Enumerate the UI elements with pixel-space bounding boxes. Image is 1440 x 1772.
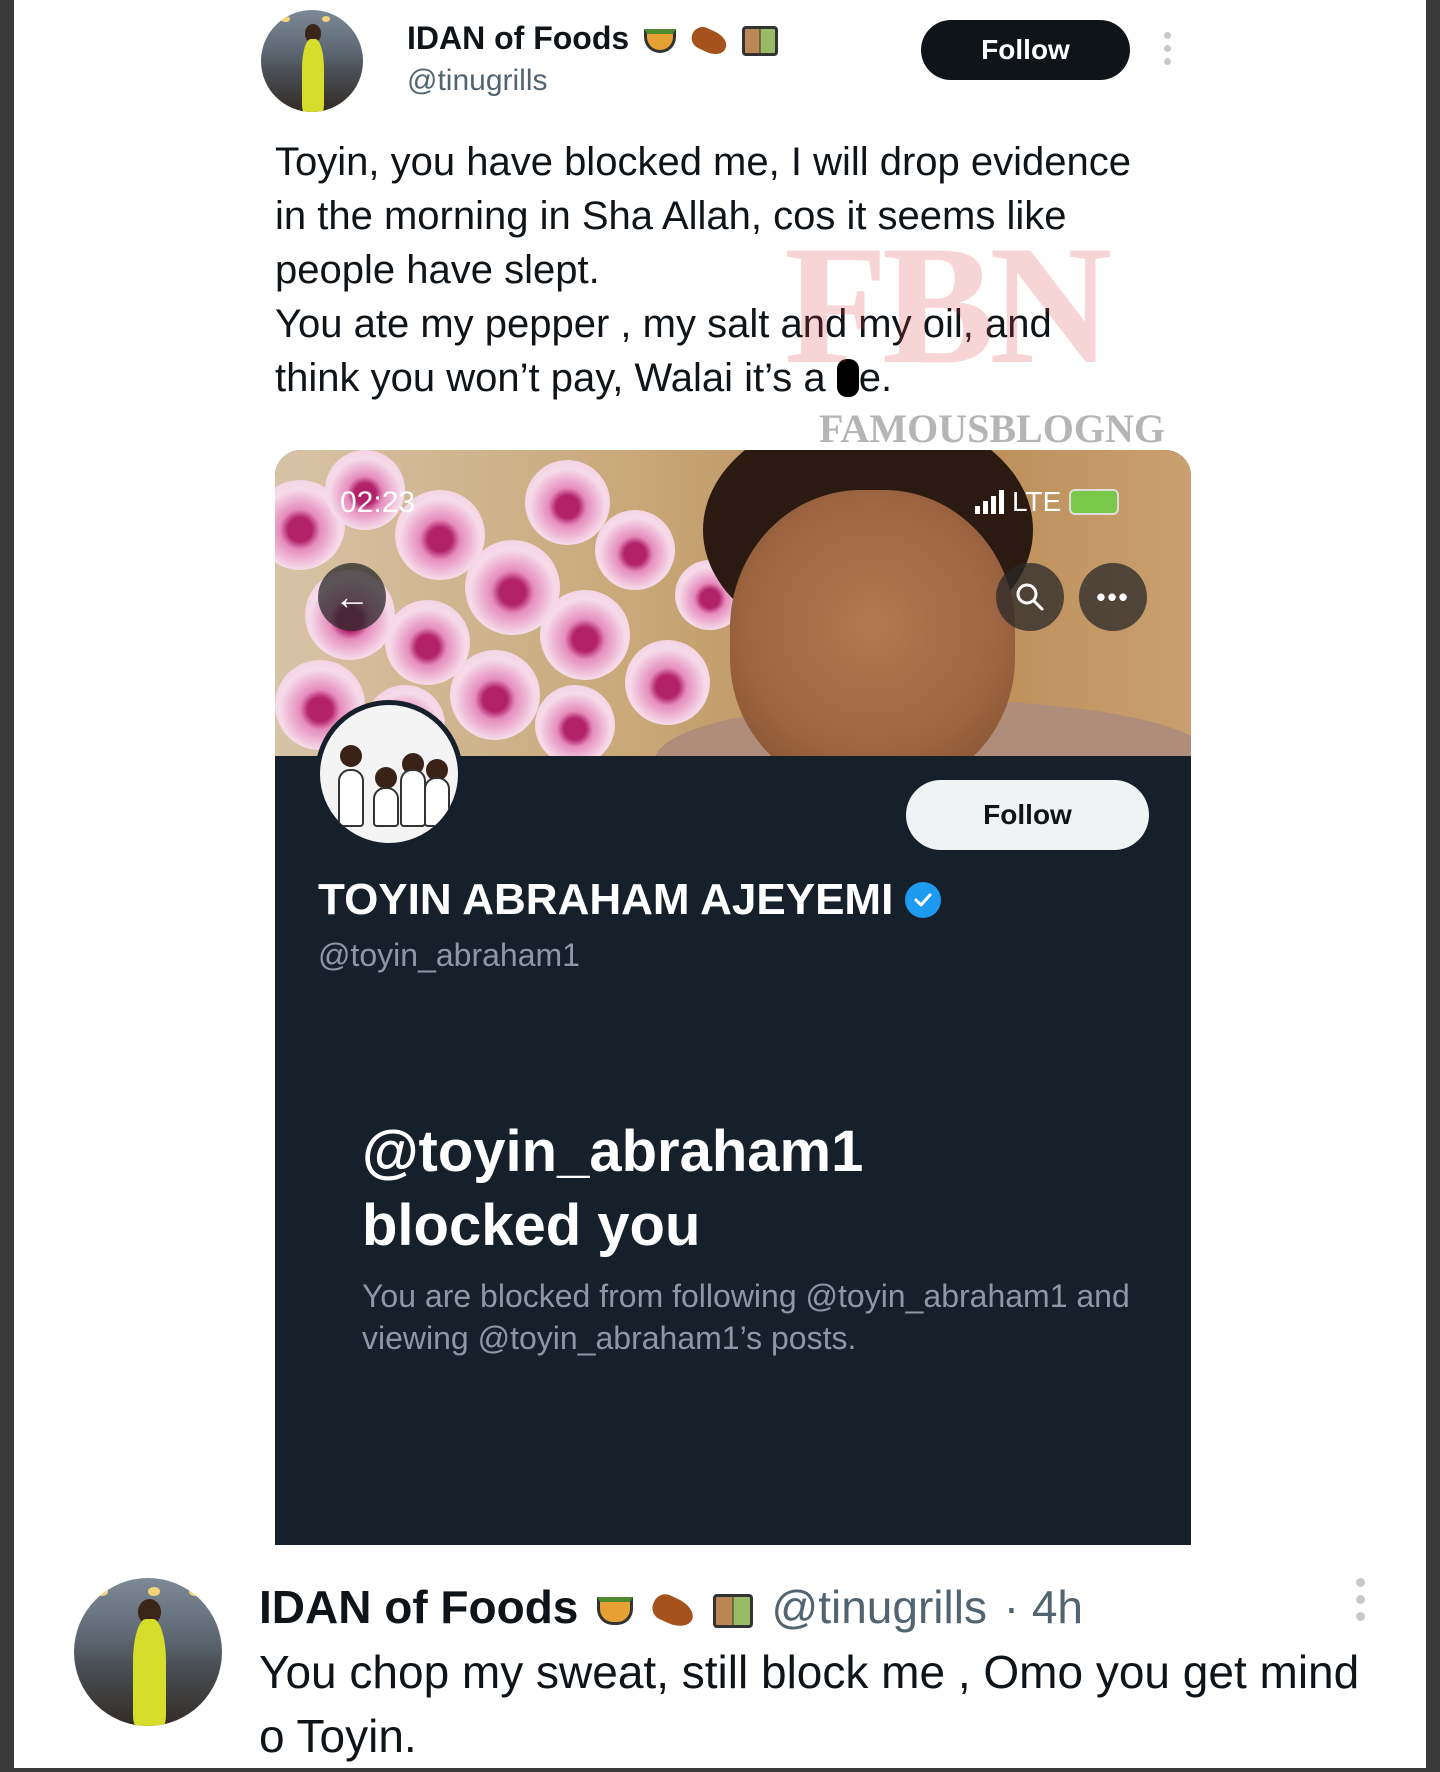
drumstick-emoji-icon bbox=[688, 22, 730, 59]
kebab-menu-icon[interactable] bbox=[1356, 1578, 1365, 1621]
signal-icon bbox=[975, 490, 1004, 514]
author-name-text: IDAN of Foods bbox=[407, 20, 630, 56]
bowl-emoji-icon bbox=[597, 1596, 634, 1625]
search-icon[interactable] bbox=[996, 563, 1064, 631]
reply-header: IDAN of Foods @tinugrills · 4h bbox=[259, 1580, 1083, 1634]
network-label: LTE bbox=[1012, 486, 1062, 517]
reply-author-avatar[interactable] bbox=[74, 1578, 222, 1726]
status-time: 02:23 bbox=[340, 486, 416, 519]
drumstick-emoji-icon bbox=[648, 1590, 698, 1632]
bowl-emoji-icon bbox=[644, 28, 677, 53]
watermark-logo: FBN bbox=[784, 211, 1112, 399]
author-name[interactable]: IDAN of Foods bbox=[407, 20, 778, 59]
tweet-line-text: think you won’t pay, Walai it’s a bbox=[275, 356, 826, 400]
reply-text: You chop my sweat, still block me , Omo … bbox=[259, 1646, 1360, 1762]
banner-portrait bbox=[730, 490, 1015, 756]
author-handle[interactable]: @tinugrills bbox=[407, 64, 548, 98]
author-avatar[interactable] bbox=[261, 10, 363, 112]
status-network: LTE bbox=[975, 486, 1120, 518]
profile-handle: @toyin_abraham1 bbox=[318, 937, 580, 973]
reply-timestamp[interactable]: · 4h bbox=[1004, 1581, 1083, 1633]
profile-name: TOYIN ABRAHAM AJEYEMI bbox=[318, 875, 942, 925]
blocked-description: You are blocked from following @toyin_ab… bbox=[362, 1278, 1130, 1356]
blocked-title-text: blocked you bbox=[362, 1193, 701, 1258]
bento-box-emoji-icon bbox=[712, 1593, 753, 1628]
blocked-title: @toyin_abraham1 blocked you bbox=[362, 1115, 1122, 1263]
reply-author-name[interactable]: IDAN of Foods bbox=[259, 1581, 578, 1633]
kebab-menu-icon[interactable] bbox=[1164, 32, 1171, 65]
embedded-profile-screenshot[interactable]: 02:23 LTE ← ••• Follow TOYIN ABRAHAM AJE… bbox=[275, 450, 1191, 1545]
reply-author-handle[interactable]: @tinugrills bbox=[772, 1581, 987, 1633]
battery-icon bbox=[1069, 489, 1120, 515]
profile-name-text: TOYIN ABRAHAM AJEYEMI bbox=[318, 875, 894, 924]
watermark-text: FAMOUSBLOGNG bbox=[819, 406, 1165, 451]
more-icon[interactable]: ••• bbox=[1079, 563, 1147, 631]
profile-follow-button[interactable]: Follow bbox=[906, 780, 1149, 850]
screenshot-canvas: IDAN of Foods @tinugrills Follow Toyin, … bbox=[14, 0, 1426, 1768]
follow-button[interactable]: Follow bbox=[921, 20, 1130, 80]
profile-avatar[interactable] bbox=[315, 700, 463, 848]
bento-box-emoji-icon bbox=[741, 25, 778, 56]
blocked-title-handle: @toyin_abraham1 bbox=[362, 1119, 864, 1184]
verified-badge-icon bbox=[905, 882, 942, 918]
tweet-line: Toyin, you have blocked me, I will drop … bbox=[275, 140, 1132, 184]
back-arrow-icon[interactable]: ← bbox=[318, 563, 386, 631]
